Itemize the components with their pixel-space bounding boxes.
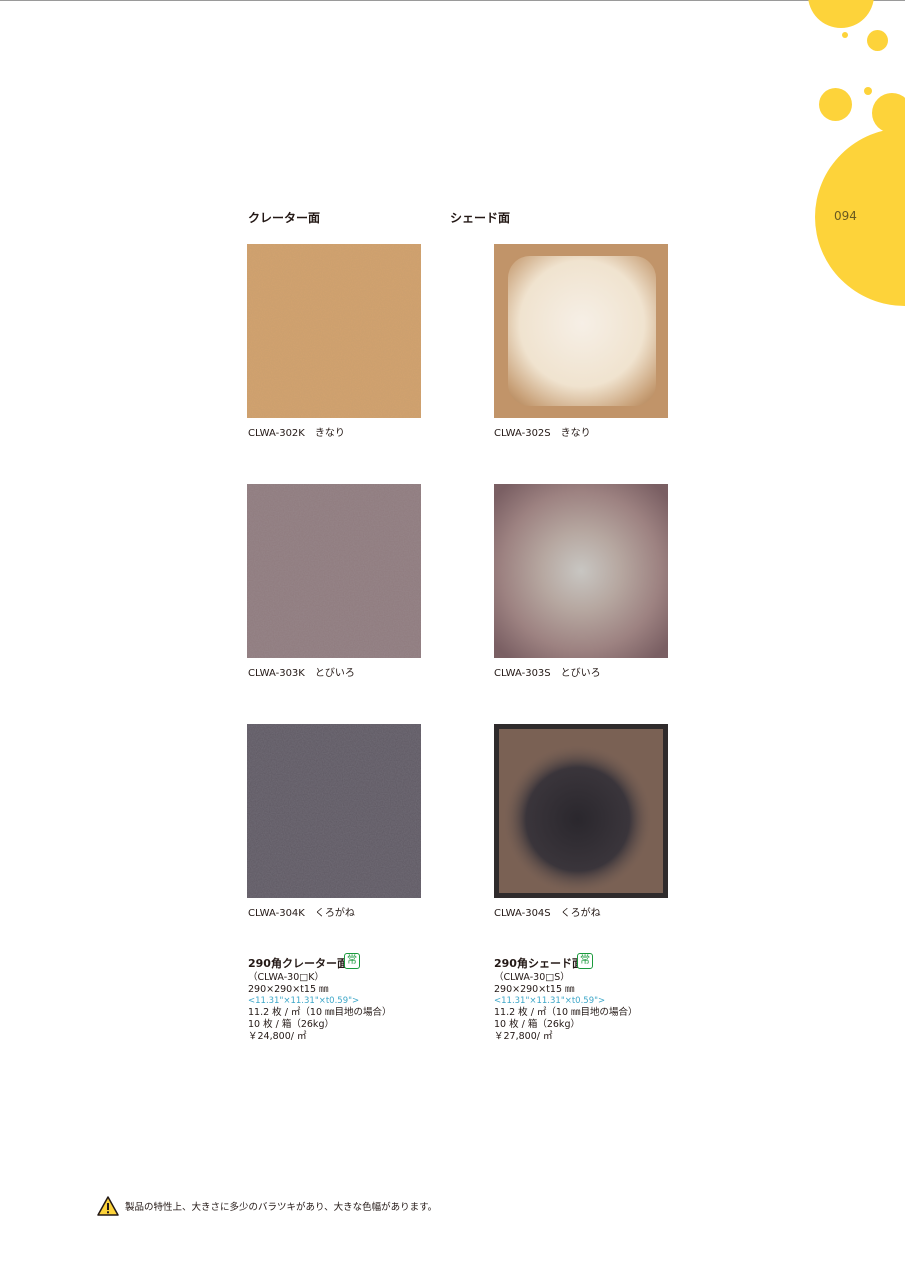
notice: 製品の特性上、大きさに多少のバラツキがあり、大きな色幅があります。: [97, 1196, 437, 1216]
page-number: 094: [834, 209, 857, 223]
tile-image-303k: [247, 484, 421, 658]
spec-price: ￥27,800/ ㎡: [494, 1030, 553, 1042]
tile-image-304s: [494, 724, 668, 898]
tile-image-304k: [247, 724, 421, 898]
spec-packing: 10 枚 / 箱（26kg）: [494, 1019, 580, 1031]
spec-price: ￥24,800/ ㎡: [248, 1030, 307, 1042]
notice-text: 製品の特性上、大きさに多少のバラツキがあり、大きな色幅があります。: [125, 1202, 438, 1213]
spec-coverage: 11.2 枚 / ㎡（10 ㎜目地の場合）: [248, 1007, 392, 1019]
tile-caption: CLWA-302S きなり: [494, 428, 591, 439]
spec-size-mm: 290×290×t15 ㎜: [248, 983, 329, 995]
top-rule: [0, 0, 905, 1]
warning-icon: [97, 1196, 119, 1216]
spec-details-crater: （CLWA-30□K） 290×290×t15 ㎜ <11.31"×11.31"…: [248, 972, 392, 1043]
tile-caption: CLWA-302K きなり: [248, 428, 345, 439]
spec-size-inch: <11.31"×11.31"×t0.59">: [494, 995, 606, 1006]
spec-series: （CLWA-30□K）: [248, 972, 324, 983]
spec-size-inch: <11.31"×11.31"×t0.59">: [248, 995, 360, 1006]
spec-coverage: 11.2 枚 / ㎡（10 ㎜目地の場合）: [494, 1007, 638, 1019]
tile-caption: CLWA-303S とびいろ: [494, 668, 601, 679]
spec-title-crater: 290角クレーター面: [248, 957, 348, 970]
tile-image-302k: [247, 244, 421, 418]
tile-image-303s: [494, 484, 668, 658]
tile-caption: CLWA-303K とびいろ: [248, 668, 355, 679]
standard-stock-badge: 常: [344, 953, 360, 969]
spec-size-mm: 290×290×t15 ㎜: [494, 983, 575, 995]
spec-title-shade: 290角シェード面: [494, 957, 583, 970]
spec-series: （CLWA-30□S）: [494, 972, 570, 983]
spec-packing: 10 枚 / 箱（26kg）: [248, 1019, 334, 1031]
column-title-crater: クレーター面: [248, 211, 321, 225]
spec-details-shade: （CLWA-30□S） 290×290×t15 ㎜ <11.31"×11.31"…: [494, 972, 638, 1043]
tile-caption: CLWA-304S くろがね: [494, 908, 601, 919]
standard-stock-badge: 常: [577, 953, 593, 969]
column-title-shade: シェード面: [450, 211, 511, 225]
tile-image-302s: [494, 244, 668, 418]
tile-caption: CLWA-304K くろがね: [248, 908, 355, 919]
